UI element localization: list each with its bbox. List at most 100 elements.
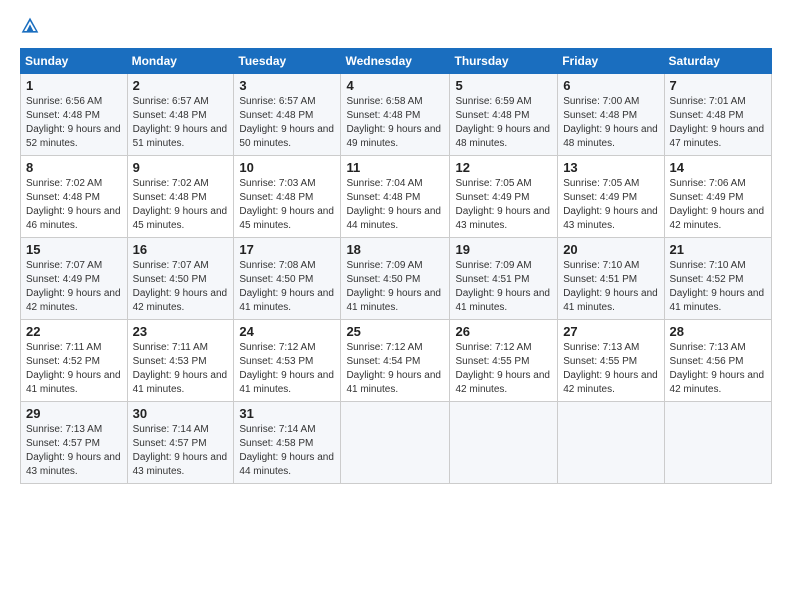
day-detail: Sunrise: 7:03 AMSunset: 4:48 PMDaylight:…: [239, 178, 334, 231]
day-detail: Sunrise: 6:59 AMSunset: 4:48 PMDaylight:…: [455, 96, 550, 149]
day-number: 13: [563, 160, 658, 175]
col-monday: Monday: [127, 49, 234, 74]
day-detail: Sunrise: 6:57 AMSunset: 4:48 PMDaylight:…: [133, 96, 228, 149]
table-row: [664, 402, 771, 484]
day-number: 17: [239, 242, 335, 257]
day-detail: Sunrise: 7:01 AMSunset: 4:48 PMDaylight:…: [670, 96, 765, 149]
table-row: [450, 402, 558, 484]
general-blue-icon: [20, 16, 40, 36]
day-detail: Sunrise: 7:09 AMSunset: 4:50 PMDaylight:…: [346, 260, 441, 313]
calendar-week-row: 1 Sunrise: 6:56 AMSunset: 4:48 PMDayligh…: [21, 74, 772, 156]
day-number: 20: [563, 242, 658, 257]
day-detail: Sunrise: 7:07 AMSunset: 4:50 PMDaylight:…: [133, 260, 228, 313]
day-number: 22: [26, 324, 122, 339]
table-row: [558, 402, 664, 484]
day-detail: Sunrise: 7:13 AMSunset: 4:55 PMDaylight:…: [563, 342, 658, 395]
day-detail: Sunrise: 7:05 AMSunset: 4:49 PMDaylight:…: [563, 178, 658, 231]
table-row: 18 Sunrise: 7:09 AMSunset: 4:50 PMDaylig…: [341, 238, 450, 320]
table-row: 19 Sunrise: 7:09 AMSunset: 4:51 PMDaylig…: [450, 238, 558, 320]
day-number: 12: [455, 160, 552, 175]
calendar-week-row: 15 Sunrise: 7:07 AMSunset: 4:49 PMDaylig…: [21, 238, 772, 320]
day-detail: Sunrise: 7:09 AMSunset: 4:51 PMDaylight:…: [455, 260, 550, 313]
day-detail: Sunrise: 7:14 AMSunset: 4:58 PMDaylight:…: [239, 424, 334, 477]
col-tuesday: Tuesday: [234, 49, 341, 74]
header-row: Sunday Monday Tuesday Wednesday Thursday…: [21, 49, 772, 74]
table-row: 23 Sunrise: 7:11 AMSunset: 4:53 PMDaylig…: [127, 320, 234, 402]
table-row: 1 Sunrise: 6:56 AMSunset: 4:48 PMDayligh…: [21, 74, 128, 156]
calendar-week-row: 8 Sunrise: 7:02 AMSunset: 4:48 PMDayligh…: [21, 156, 772, 238]
day-number: 31: [239, 406, 335, 421]
table-row: 22 Sunrise: 7:11 AMSunset: 4:52 PMDaylig…: [21, 320, 128, 402]
day-detail: Sunrise: 7:02 AMSunset: 4:48 PMDaylight:…: [133, 178, 228, 231]
day-number: 18: [346, 242, 444, 257]
table-row: 17 Sunrise: 7:08 AMSunset: 4:50 PMDaylig…: [234, 238, 341, 320]
table-row: 25 Sunrise: 7:12 AMSunset: 4:54 PMDaylig…: [341, 320, 450, 402]
table-row: 3 Sunrise: 6:57 AMSunset: 4:48 PMDayligh…: [234, 74, 341, 156]
day-number: 10: [239, 160, 335, 175]
day-detail: Sunrise: 7:13 AMSunset: 4:57 PMDaylight:…: [26, 424, 121, 477]
col-thursday: Thursday: [450, 49, 558, 74]
day-number: 26: [455, 324, 552, 339]
day-number: 4: [346, 78, 444, 93]
table-row: [341, 402, 450, 484]
day-number: 21: [670, 242, 766, 257]
table-row: 2 Sunrise: 6:57 AMSunset: 4:48 PMDayligh…: [127, 74, 234, 156]
day-number: 24: [239, 324, 335, 339]
day-number: 8: [26, 160, 122, 175]
day-detail: Sunrise: 7:12 AMSunset: 4:54 PMDaylight:…: [346, 342, 441, 395]
day-number: 30: [133, 406, 229, 421]
table-row: 16 Sunrise: 7:07 AMSunset: 4:50 PMDaylig…: [127, 238, 234, 320]
day-detail: Sunrise: 7:14 AMSunset: 4:57 PMDaylight:…: [133, 424, 228, 477]
col-saturday: Saturday: [664, 49, 771, 74]
col-friday: Friday: [558, 49, 664, 74]
day-detail: Sunrise: 7:11 AMSunset: 4:53 PMDaylight:…: [133, 342, 228, 395]
day-detail: Sunrise: 6:58 AMSunset: 4:48 PMDaylight:…: [346, 96, 441, 149]
table-row: 15 Sunrise: 7:07 AMSunset: 4:49 PMDaylig…: [21, 238, 128, 320]
day-number: 2: [133, 78, 229, 93]
day-detail: Sunrise: 7:02 AMSunset: 4:48 PMDaylight:…: [26, 178, 121, 231]
day-detail: Sunrise: 7:00 AMSunset: 4:48 PMDaylight:…: [563, 96, 658, 149]
day-detail: Sunrise: 7:11 AMSunset: 4:52 PMDaylight:…: [26, 342, 121, 395]
table-row: 5 Sunrise: 6:59 AMSunset: 4:48 PMDayligh…: [450, 74, 558, 156]
day-number: 1: [26, 78, 122, 93]
day-number: 11: [346, 160, 444, 175]
day-number: 23: [133, 324, 229, 339]
table-row: 27 Sunrise: 7:13 AMSunset: 4:55 PMDaylig…: [558, 320, 664, 402]
calendar-week-row: 29 Sunrise: 7:13 AMSunset: 4:57 PMDaylig…: [21, 402, 772, 484]
day-detail: Sunrise: 7:07 AMSunset: 4:49 PMDaylight:…: [26, 260, 121, 313]
col-sunday: Sunday: [21, 49, 128, 74]
table-row: 28 Sunrise: 7:13 AMSunset: 4:56 PMDaylig…: [664, 320, 771, 402]
day-detail: Sunrise: 6:57 AMSunset: 4:48 PMDaylight:…: [239, 96, 334, 149]
col-wednesday: Wednesday: [341, 49, 450, 74]
header: [20, 16, 772, 36]
day-detail: Sunrise: 7:06 AMSunset: 4:49 PMDaylight:…: [670, 178, 765, 231]
day-detail: Sunrise: 7:13 AMSunset: 4:56 PMDaylight:…: [670, 342, 765, 395]
table-row: 26 Sunrise: 7:12 AMSunset: 4:55 PMDaylig…: [450, 320, 558, 402]
day-number: 7: [670, 78, 766, 93]
table-row: 13 Sunrise: 7:05 AMSunset: 4:49 PMDaylig…: [558, 156, 664, 238]
day-number: 3: [239, 78, 335, 93]
day-number: 14: [670, 160, 766, 175]
table-row: 29 Sunrise: 7:13 AMSunset: 4:57 PMDaylig…: [21, 402, 128, 484]
day-number: 28: [670, 324, 766, 339]
day-number: 9: [133, 160, 229, 175]
calendar-week-row: 22 Sunrise: 7:11 AMSunset: 4:52 PMDaylig…: [21, 320, 772, 402]
table-row: 14 Sunrise: 7:06 AMSunset: 4:49 PMDaylig…: [664, 156, 771, 238]
day-detail: Sunrise: 7:12 AMSunset: 4:53 PMDaylight:…: [239, 342, 334, 395]
table-row: 8 Sunrise: 7:02 AMSunset: 4:48 PMDayligh…: [21, 156, 128, 238]
table-row: 20 Sunrise: 7:10 AMSunset: 4:51 PMDaylig…: [558, 238, 664, 320]
day-number: 6: [563, 78, 658, 93]
page: Sunday Monday Tuesday Wednesday Thursday…: [0, 0, 792, 612]
table-row: 6 Sunrise: 7:00 AMSunset: 4:48 PMDayligh…: [558, 74, 664, 156]
day-number: 5: [455, 78, 552, 93]
table-row: 10 Sunrise: 7:03 AMSunset: 4:48 PMDaylig…: [234, 156, 341, 238]
table-row: 21 Sunrise: 7:10 AMSunset: 4:52 PMDaylig…: [664, 238, 771, 320]
day-detail: Sunrise: 6:56 AMSunset: 4:48 PMDaylight:…: [26, 96, 121, 149]
table-row: 4 Sunrise: 6:58 AMSunset: 4:48 PMDayligh…: [341, 74, 450, 156]
day-number: 15: [26, 242, 122, 257]
day-detail: Sunrise: 7:10 AMSunset: 4:51 PMDaylight:…: [563, 260, 658, 313]
day-detail: Sunrise: 7:04 AMSunset: 4:48 PMDaylight:…: [346, 178, 441, 231]
table-row: 31 Sunrise: 7:14 AMSunset: 4:58 PMDaylig…: [234, 402, 341, 484]
table-row: 11 Sunrise: 7:04 AMSunset: 4:48 PMDaylig…: [341, 156, 450, 238]
day-detail: Sunrise: 7:08 AMSunset: 4:50 PMDaylight:…: [239, 260, 334, 313]
